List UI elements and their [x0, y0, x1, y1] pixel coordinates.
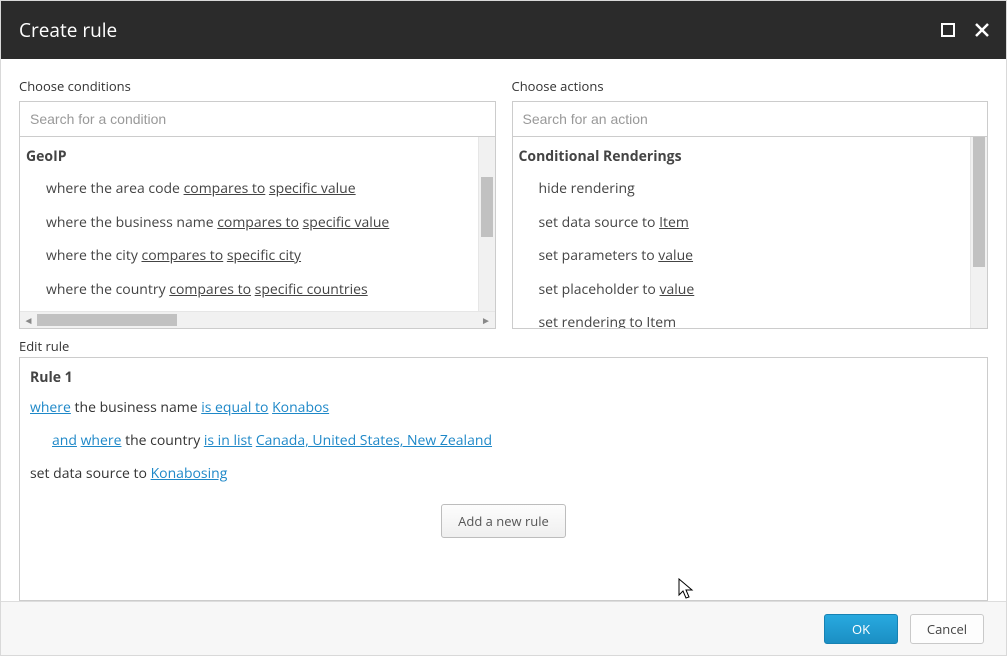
columns: Choose conditions GeoIP where the area c…: [19, 77, 988, 329]
action-group-header: Conditional Renderings: [513, 137, 988, 172]
condition-item[interactable]: where the business name compares to spec…: [20, 206, 495, 240]
action-param[interactable]: value: [659, 280, 694, 299]
value-link[interactable]: Konabosing: [151, 464, 228, 483]
operator-link[interactable]: is equal to: [201, 398, 268, 417]
scrollbar-thumb[interactable]: [973, 137, 985, 267]
create-rule-dialog: Create rule Choose conditions GeoIP wher…: [0, 0, 1007, 656]
rule-action-line: set data source to Konabosing: [30, 463, 977, 484]
edit-rule-box: Rule 1 where the business name is equal …: [19, 357, 988, 601]
conditions-listbox[interactable]: GeoIP where the area code compares to sp…: [19, 137, 496, 329]
condition-param[interactable]: compares to: [184, 179, 266, 198]
conditions-scrollarea[interactable]: GeoIP where the area code compares to sp…: [20, 137, 495, 311]
rule-condition-line: and where the country is in list Canada,…: [30, 430, 977, 451]
add-new-rule-button[interactable]: Add a new rule: [441, 504, 566, 538]
scrollbar-track[interactable]: [37, 312, 478, 328]
dialog-footer: OK Cancel: [1, 601, 1006, 655]
dialog-body: Choose conditions GeoIP where the area c…: [1, 59, 1006, 601]
actions-column: Choose actions Conditional Renderings hi…: [512, 77, 989, 329]
action-item[interactable]: set placeholder to value: [513, 273, 988, 307]
close-icon: [973, 21, 991, 39]
condition-param[interactable]: specific city: [227, 246, 301, 265]
action-item[interactable]: set data source to Item: [513, 206, 988, 240]
conditions-label: Choose conditions: [19, 77, 496, 95]
cancel-button[interactable]: Cancel: [910, 614, 984, 644]
action-param[interactable]: value: [658, 246, 693, 265]
close-button[interactable]: [972, 20, 992, 40]
conditions-column: Choose conditions GeoIP where the area c…: [19, 77, 496, 329]
action-item[interactable]: set parameters to value: [513, 239, 988, 273]
value-link[interactable]: Konabos: [272, 398, 329, 417]
scrollbar-thumb[interactable]: [37, 314, 177, 326]
conditions-vertical-scrollbar[interactable]: [478, 137, 495, 311]
edit-rule-label: Edit rule: [19, 337, 988, 355]
condition-group-header: GeoIP: [20, 137, 495, 172]
condition-param[interactable]: specific countries: [255, 280, 368, 299]
actions-search-input[interactable]: [512, 101, 989, 137]
operator-link[interactable]: is in list: [204, 431, 252, 450]
actions-label: Choose actions: [512, 77, 989, 95]
where-link[interactable]: where: [81, 431, 122, 450]
value-link[interactable]: Canada, United States, New Zealand: [256, 431, 492, 450]
action-item[interactable]: set rendering to Item: [513, 306, 988, 329]
condition-item[interactable]: where the area code compares to specific…: [20, 172, 495, 206]
scroll-right-arrow-icon[interactable]: ►: [478, 312, 495, 328]
condition-param[interactable]: specific value: [269, 179, 356, 198]
condition-item[interactable]: where the city compares to specific city: [20, 239, 495, 273]
condition-item[interactable]: where the country compares to specific c…: [20, 273, 495, 307]
maximize-icon: [940, 22, 956, 38]
dialog-title: Create rule: [19, 17, 117, 43]
ok-button[interactable]: OK: [824, 614, 898, 644]
action-param[interactable]: Item: [646, 313, 676, 329]
condition-param[interactable]: compares to: [169, 280, 251, 299]
add-rule-wrap: Add a new rule: [30, 504, 977, 538]
condition-param[interactable]: compares to: [141, 246, 223, 265]
scroll-left-arrow-icon[interactable]: ◄: [20, 312, 37, 328]
where-link[interactable]: where: [30, 398, 71, 417]
conditions-search-input[interactable]: [19, 101, 496, 137]
rule-title: Rule 1: [30, 368, 977, 387]
action-param[interactable]: Item: [659, 213, 689, 232]
rule-condition-line: where the business name is equal to Kona…: [30, 397, 977, 418]
and-link[interactable]: and: [52, 431, 77, 450]
window-buttons: [938, 20, 992, 40]
actions-vertical-scrollbar[interactable]: [970, 137, 987, 328]
scrollbar-thumb[interactable]: [481, 177, 493, 237]
action-item[interactable]: hide rendering: [513, 172, 988, 206]
condition-param[interactable]: compares to: [217, 213, 299, 232]
condition-param[interactable]: specific value: [303, 213, 390, 232]
titlebar: Create rule: [1, 1, 1006, 59]
conditions-horizontal-scrollbar[interactable]: ◄ ►: [20, 311, 495, 328]
actions-listbox[interactable]: Conditional Renderings hide rendering se…: [512, 137, 989, 329]
maximize-button[interactable]: [938, 20, 958, 40]
